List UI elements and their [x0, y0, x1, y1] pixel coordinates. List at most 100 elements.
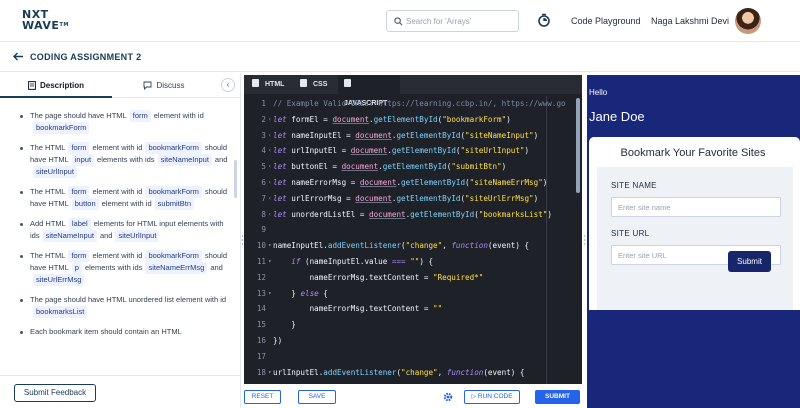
fold-marker-icon[interactable]: ‹ [268, 175, 272, 190]
code-chip: bookmarksList [33, 306, 88, 318]
code-token: addEventListener [327, 241, 402, 251]
fold-marker-icon[interactable]: ‹ [268, 207, 272, 222]
code-token: urlInputEl. [273, 367, 324, 377]
code-line[interactable]: 4 ‹ let urlInputEl = document.getElementBy… [244, 143, 582, 158]
code-token: "siteNameErrMsg" [469, 178, 543, 187]
code-area[interactable]: 1 // Example Valid URLs: https://learning… [244, 96, 582, 384]
submit-button[interactable]: SUBMIT [535, 390, 580, 404]
user-name[interactable]: Naga Lakshmi Devi [651, 16, 729, 26]
fold-marker-icon[interactable]: ▾ [268, 238, 272, 253]
fold-marker-icon[interactable]: ‹ [268, 128, 272, 143]
fold-marker-icon[interactable]: ‹ [268, 191, 272, 206]
requirement-text: The HTML [30, 143, 66, 152]
editor-tab-html[interactable]: HTML [252, 75, 284, 94]
logo-line-2: WAVETM [22, 20, 69, 31]
code-line[interactable]: 17 [244, 349, 582, 364]
code-token: ) [506, 114, 511, 124]
line-number: 6 [261, 178, 266, 187]
code-line[interactable]: 3 ‹ let nameInputEl = document.getElementB… [244, 128, 582, 143]
nxtwave-logo[interactable]: NXT WAVETM [22, 9, 69, 33]
code-token: document [350, 146, 388, 156]
requirement-text: elements with ids [84, 263, 143, 272]
code-line[interactable]: 16}) [244, 333, 582, 348]
page-header: CODING ASSIGNMENT 2 [0, 42, 800, 72]
code-token: document [359, 178, 397, 187]
gear-icon[interactable] [443, 392, 453, 402]
collapse-panel-button[interactable]: ‹ [221, 78, 235, 92]
save-button[interactable]: SAVE [298, 390, 336, 404]
code-editor[interactable]: HTML CSS JAVASCRIPT 1 // Example Valid UR… [244, 75, 582, 384]
code-token: getElementById [410, 209, 475, 219]
code-token: let [273, 209, 287, 219]
code-token: let [273, 146, 287, 156]
fold-marker-icon[interactable]: ▾ [268, 286, 272, 301]
code-text: let unorderdListEl = document.getElement… [273, 207, 552, 222]
code-line[interactable]: 8 ‹ let unorderdListEl = document.getEleme… [244, 207, 582, 222]
description-panel: Description Discuss ‹ The page should ha… [0, 73, 241, 408]
code-chip: siteNameInput [157, 154, 212, 166]
code-line[interactable]: 6 ‹ let nameErrorMsg = document.getElement… [244, 175, 582, 190]
line-number: 3 [261, 130, 266, 140]
code-line[interactable]: 15 } [244, 317, 582, 332]
line-number: 17 [256, 351, 266, 361]
site-name-input[interactable] [611, 197, 781, 217]
code-line[interactable]: 12 nameErrorMsg.textContent = "Required*… [244, 270, 582, 285]
line-number: 13 [256, 288, 266, 298]
submit-feedback-button[interactable]: Submit Feedback [14, 384, 96, 402]
code-line[interactable]: 7 ‹ let urlErrorMsg = document.getElementB… [244, 191, 582, 206]
requirement-text: and [210, 263, 223, 272]
code-text: let nameErrorMsg = document.getElementBy… [273, 175, 547, 190]
editor-tab-javascript[interactable]: JAVASCRIPT [338, 75, 400, 107]
right-resize-handle-icon[interactable] [583, 234, 586, 246]
fold-marker-icon[interactable]: ▾ [268, 254, 272, 269]
tab-discuss[interactable]: Discuss [112, 73, 216, 98]
code-token: nameInputEl = [286, 130, 356, 140]
back-arrow-icon[interactable] [13, 52, 24, 61]
fold-marker-icon[interactable]: ‹ [268, 159, 272, 174]
code-token: else [300, 288, 319, 298]
run-code-button[interactable]: ▷ RUN CODE [464, 390, 520, 404]
code-line[interactable]: 10 ▾ nameInputEl.addEventListener("change"… [244, 238, 582, 253]
code-token: getElementById [401, 178, 466, 187]
editor-tab-css[interactable]: CSS [300, 75, 327, 94]
search-box[interactable] [386, 10, 519, 32]
requirement-text: The page should have HTML unordered list… [30, 295, 227, 304]
tab-description[interactable]: Description [0, 73, 112, 98]
line-number: 15 [256, 320, 266, 330]
requirement-text: Each bookmark item should contain an HTM… [30, 327, 182, 336]
search-input[interactable] [406, 14, 514, 29]
avatar[interactable] [735, 8, 761, 34]
code-token: function [446, 367, 484, 377]
code-line[interactable]: 18 ▾ urlInputEl.addEventListener("change",… [244, 365, 582, 380]
logo-tm: TM [59, 22, 69, 28]
fold-marker-icon[interactable]: ▾ [268, 365, 272, 380]
reset-button[interactable]: RESET [244, 390, 281, 404]
code-line[interactable]: 5 ‹ let buttonEl = document.getElementById… [244, 159, 582, 174]
code-text: // Example Valid URLs: https://learning.… [273, 96, 566, 111]
fold-marker-icon[interactable]: ‹ [268, 112, 272, 127]
code-line[interactable]: 13 ▾ } else { [244, 286, 582, 301]
code-text: } [273, 317, 296, 332]
preview-submit-button[interactable]: Submit [728, 251, 771, 272]
bookmark-card-title: Bookmark Your Favorite Sites [620, 147, 766, 159]
panel-scrollbar[interactable] [234, 160, 237, 198]
code-line[interactable]: 1 // Example Valid URLs: https://learning… [244, 96, 582, 111]
requirement-text: element with id [92, 143, 143, 152]
fold-marker-icon[interactable]: ‹ [268, 143, 272, 158]
code-token: formEl = [286, 114, 333, 124]
tab-discuss-label: Discuss [156, 81, 185, 90]
code-chip: siteNameErrMsg [145, 262, 208, 274]
code-chip: form [68, 250, 90, 262]
code-line[interactable]: 14 nameErrorMsg.textContent = "" [244, 301, 582, 316]
code-line[interactable]: 11 ▾ if (nameInputEl.value === "") { [244, 254, 582, 269]
code-line[interactable]: 9 [244, 222, 582, 237]
timer-icon[interactable] [537, 13, 551, 27]
bookmark-card: Bookmark Your Favorite Sites SITE NAME S… [589, 137, 800, 310]
output-preview: Hello Jane Doe Bookmark Your Favorite Si… [587, 75, 800, 408]
code-line[interactable]: 2 ‹ let formEl = document.getElementById("… [244, 112, 582, 127]
code-playground-link[interactable]: Code Playground [571, 16, 641, 26]
code-token: } [273, 288, 301, 298]
bookmark-form: SITE NAME SITE URL [597, 167, 793, 310]
editor-scrollbar[interactable] [576, 98, 580, 193]
